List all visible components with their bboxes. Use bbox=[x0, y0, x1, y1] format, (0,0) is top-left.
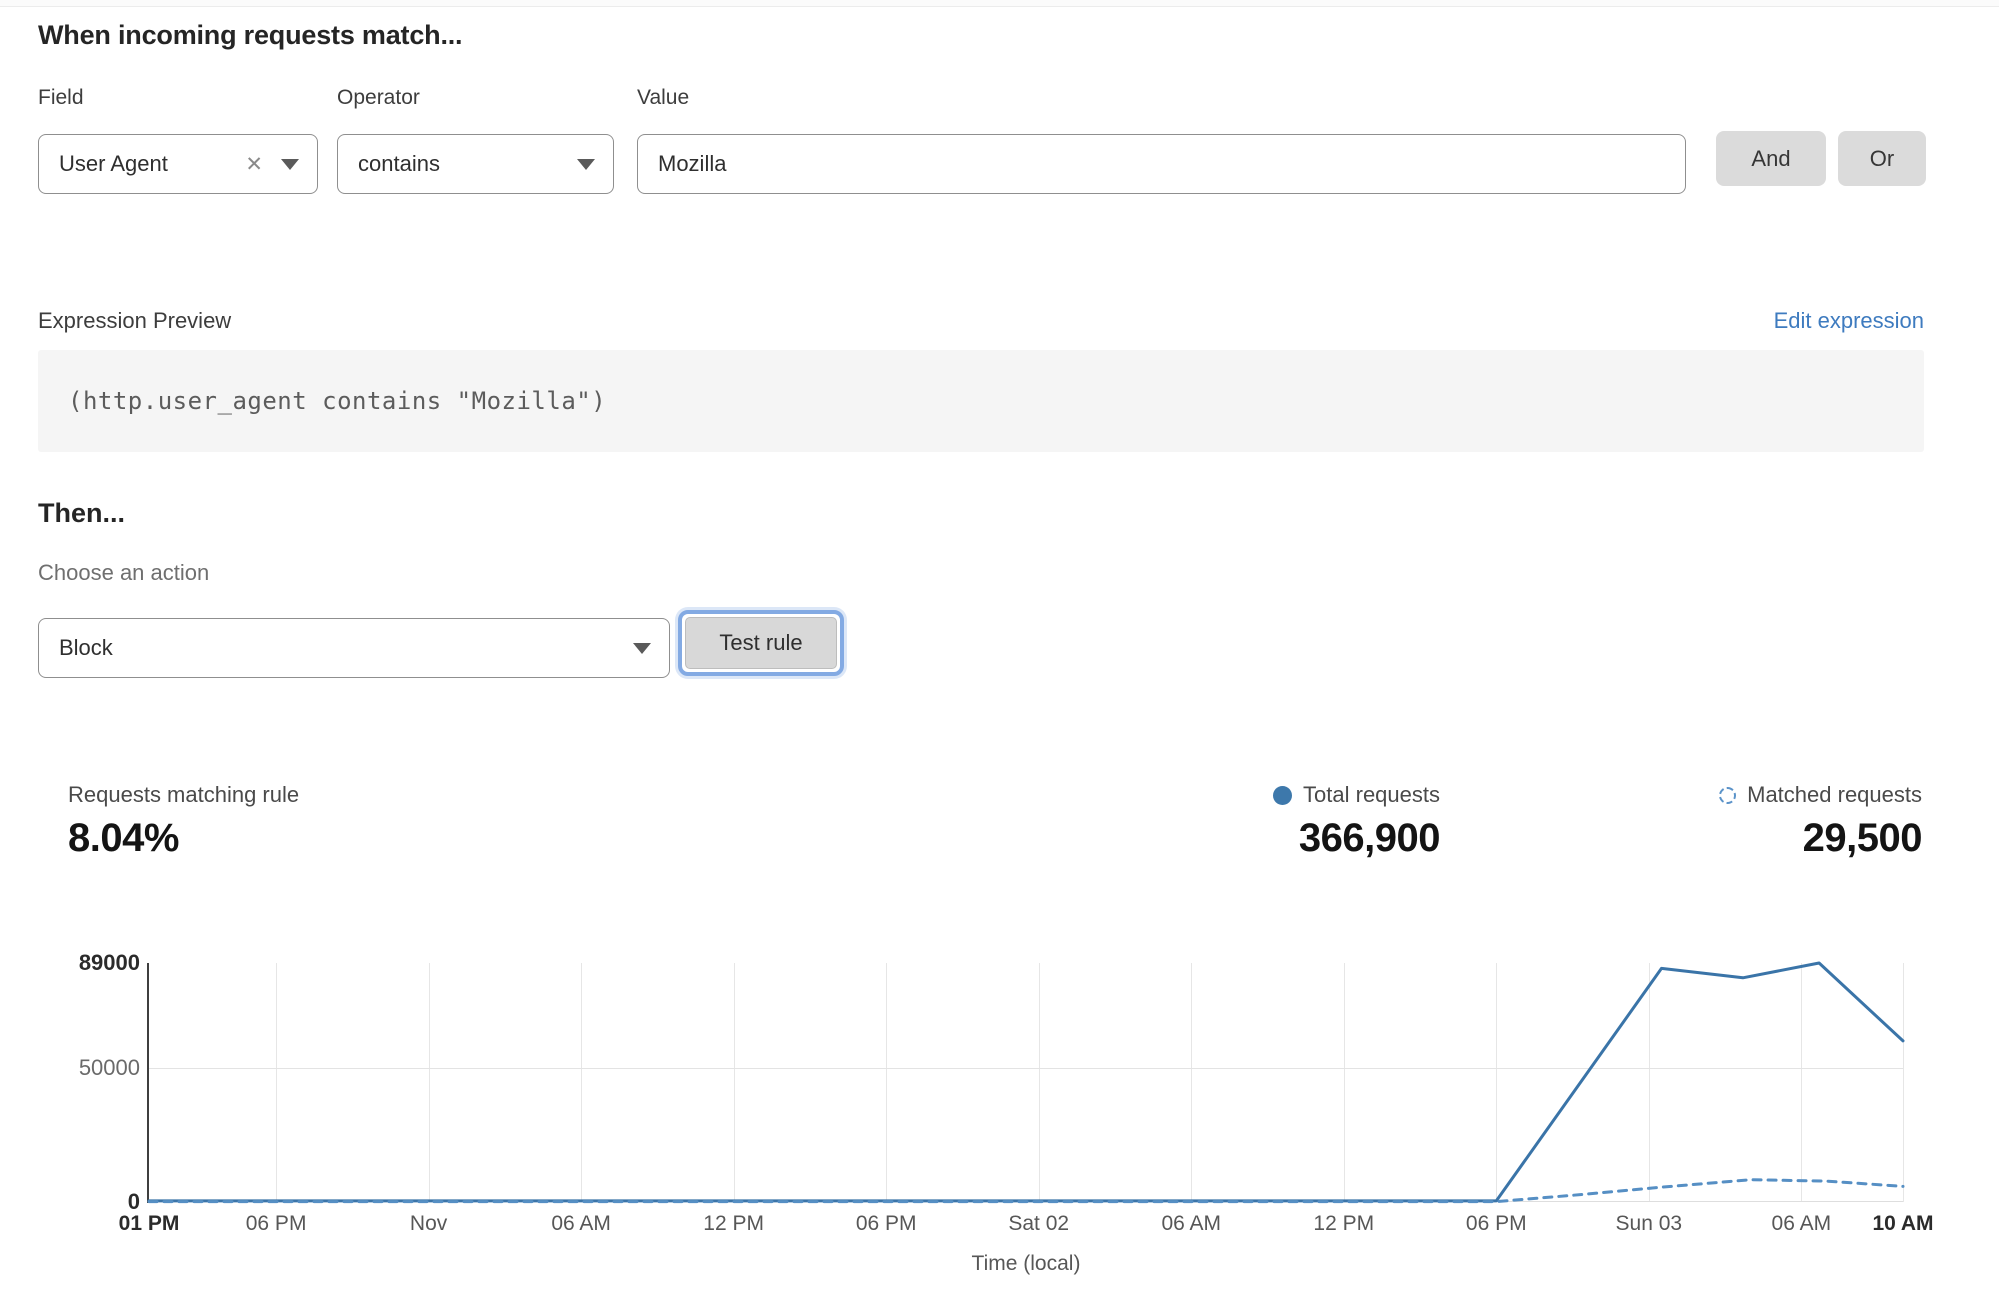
field-label: Field bbox=[38, 86, 84, 110]
edit-expression-link[interactable]: Edit expression bbox=[1774, 308, 1924, 334]
clear-field-icon[interactable]: ✕ bbox=[241, 152, 267, 177]
chevron-down-icon bbox=[633, 643, 651, 654]
expression-preview-label: Expression Preview bbox=[38, 308, 231, 334]
matching-rule-value: 8.04% bbox=[68, 816, 179, 861]
chart-plot bbox=[149, 963, 1903, 1202]
test-rule-focus-ring: Test rule bbox=[678, 610, 844, 676]
gridline-vertical bbox=[1903, 963, 1904, 1202]
operator-select[interactable]: contains bbox=[337, 134, 614, 194]
chart-canvas bbox=[149, 963, 1903, 1202]
x-tick-label: 10 AM bbox=[1872, 1212, 1933, 1236]
matched-requests-value: 29,500 bbox=[1803, 816, 1922, 861]
x-tick-label: 12 PM bbox=[703, 1212, 764, 1236]
total-requests-value: 366,900 bbox=[1299, 816, 1440, 861]
total-requests-dot-icon bbox=[1273, 786, 1292, 805]
matched-requests-label: Matched requests bbox=[1747, 782, 1922, 808]
y-tick-label: 50000 bbox=[79, 1055, 140, 1081]
x-tick-label: Sun 03 bbox=[1616, 1212, 1683, 1236]
x-tick-label: 06 AM bbox=[1772, 1212, 1832, 1236]
total-requests-line bbox=[149, 963, 1903, 1201]
expression-code: (http.user_agent contains "Mozilla") bbox=[38, 387, 606, 415]
matching-rule-label: Requests matching rule bbox=[68, 782, 299, 808]
x-tick-label: 06 AM bbox=[1161, 1212, 1221, 1236]
then-heading: Then... bbox=[38, 498, 125, 529]
or-button[interactable]: Or bbox=[1838, 131, 1926, 186]
legend-total-requests: Total requests bbox=[1273, 782, 1440, 808]
field-select-value: User Agent bbox=[39, 151, 168, 177]
choose-action-label: Choose an action bbox=[38, 560, 209, 586]
x-tick-label: 12 PM bbox=[1313, 1212, 1374, 1236]
expression-code-block: (http.user_agent contains "Mozilla") bbox=[38, 350, 1924, 452]
field-select[interactable]: User Agent ✕ bbox=[38, 134, 318, 194]
y-axis-labels: 05000089000 bbox=[40, 963, 140, 1202]
action-select[interactable]: Block bbox=[38, 618, 670, 678]
action-select-value: Block bbox=[39, 635, 113, 661]
and-button[interactable]: And bbox=[1716, 131, 1826, 186]
value-input[interactable] bbox=[637, 134, 1686, 194]
top-divider bbox=[0, 0, 1999, 7]
page-title: When incoming requests match... bbox=[38, 20, 462, 51]
x-tick-label: 06 PM bbox=[246, 1212, 307, 1236]
test-rule-button[interactable]: Test rule bbox=[685, 617, 837, 669]
x-tick-label: 06 PM bbox=[856, 1212, 917, 1236]
x-tick-label: Sat 02 bbox=[1008, 1212, 1069, 1236]
matched-requests-line bbox=[149, 1180, 1903, 1202]
x-tick-label: Nov bbox=[410, 1212, 447, 1236]
x-axis-labels: 01 PM06 PMNov06 AM12 PM06 PMSat 0206 AM1… bbox=[149, 1212, 1903, 1242]
value-label: Value bbox=[637, 86, 689, 110]
matched-requests-dashed-circle-icon bbox=[1719, 787, 1736, 804]
y-tick-label: 89000 bbox=[79, 950, 140, 976]
x-tick-label: 06 AM bbox=[551, 1212, 611, 1236]
total-requests-label: Total requests bbox=[1303, 782, 1440, 808]
firewall-rule-builder: When incoming requests match... Field Op… bbox=[0, 0, 1999, 1295]
chevron-down-icon bbox=[577, 159, 595, 170]
x-axis-title: Time (local) bbox=[972, 1252, 1081, 1276]
operator-label: Operator bbox=[337, 86, 420, 110]
operator-select-value: contains bbox=[338, 151, 440, 177]
x-tick-label: 06 PM bbox=[1466, 1212, 1527, 1236]
chevron-down-icon bbox=[281, 159, 299, 170]
x-tick-label: 01 PM bbox=[119, 1212, 180, 1236]
legend-matched-requests: Matched requests bbox=[1719, 782, 1922, 808]
